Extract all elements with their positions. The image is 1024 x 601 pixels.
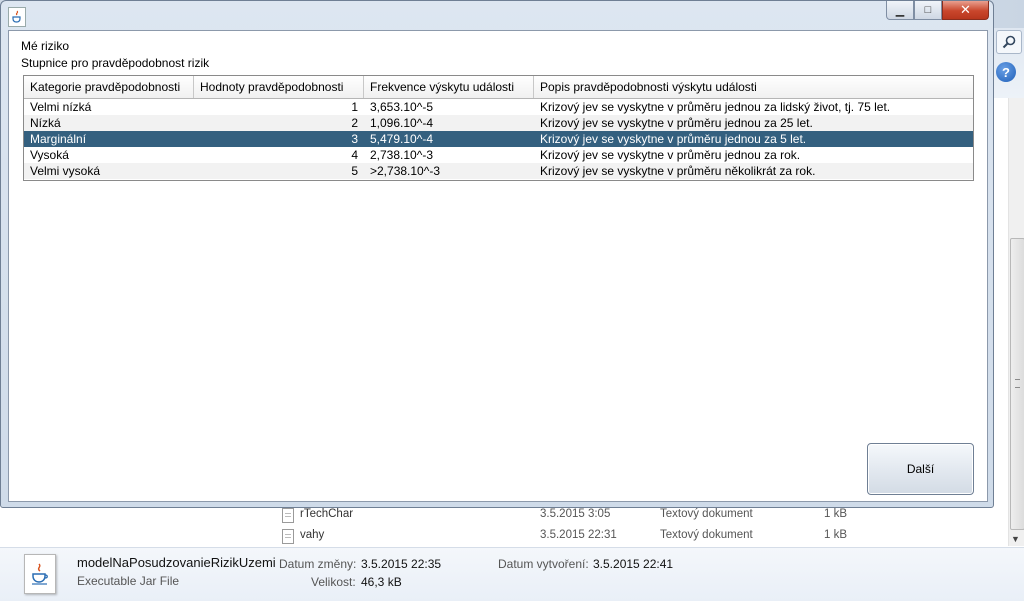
- size-label: Velikost:: [311, 575, 356, 589]
- text-file-icon: [282, 529, 294, 544]
- cell-category: Velmi vysoká: [30, 164, 101, 178]
- table-row[interactable]: Nízká 2 1,096.10^-4 Krizový jev se vysky…: [24, 115, 973, 131]
- table-row[interactable]: Velmi vysoká 5 >2,738.10^-3 Krizový jev …: [24, 163, 973, 179]
- file-date: 3.5.2015 22:31: [540, 529, 617, 541]
- cell-frequency: 3,653.10^-5: [370, 100, 434, 114]
- cell-category: Marginální: [30, 132, 87, 146]
- cell-category: Nízká: [30, 116, 61, 130]
- risk-dialog-window: ▁ □ ✕ Mé riziko Stupnice pro pravděpodob…: [0, 0, 994, 508]
- table-row[interactable]: Vysoká 4 2,738.10^-3 Krizový jev se vysk…: [24, 147, 973, 163]
- cell-value: 1: [351, 100, 358, 114]
- cell-frequency: >2,738.10^-3: [370, 164, 441, 178]
- details-file-type: Executable Jar File: [77, 574, 180, 588]
- cell-value: 4: [351, 148, 358, 162]
- search-button[interactable]: [996, 30, 1022, 54]
- dialog-content: Mé riziko Stupnice pro pravděpodobnost r…: [8, 30, 988, 502]
- file-name: rTechChar: [300, 508, 354, 520]
- probability-table[interactable]: Kategorie pravděpodobnosti Hodnoty pravd…: [23, 75, 974, 181]
- file-type: Textový dokument: [660, 529, 753, 541]
- text-file-icon: [282, 508, 294, 523]
- close-button[interactable]: ✕: [942, 1, 989, 20]
- maximize-button[interactable]: □: [914, 1, 942, 20]
- table-header: Kategorie pravděpodobnosti Hodnoty pravd…: [24, 76, 973, 99]
- file-size: 1 kB: [824, 508, 848, 520]
- file-row[interactable]: vahy 3.5.2015 22:31 Textový dokument 1 k…: [260, 526, 1008, 546]
- size-value: 46,3 kB: [361, 575, 402, 589]
- next-button[interactable]: Další: [867, 443, 974, 495]
- file-list: rTechChar 3.5.2015 3:05 Textový dokument…: [260, 505, 1008, 547]
- scroll-down-arrow-icon[interactable]: ▼: [1011, 534, 1020, 544]
- cell-description: Krizový jev se vyskytne v průměru jednou…: [540, 116, 813, 130]
- cell-frequency: 1,096.10^-4: [370, 116, 434, 130]
- cell-value: 2: [351, 116, 358, 130]
- cell-description: Krizový jev se vyskytne v průměru několi…: [540, 164, 816, 178]
- cell-frequency: 2,738.10^-3: [370, 148, 434, 162]
- file-type: Textový dokument: [660, 508, 753, 520]
- search-icon: [1002, 35, 1016, 49]
- column-header-description[interactable]: Popis pravděpodobnosti výskytu události: [534, 76, 973, 98]
- scrollbar-grip: [1015, 379, 1020, 388]
- jar-file-icon: [24, 554, 56, 594]
- created-value: 3.5.2015 22:41: [593, 557, 674, 571]
- explorer-scrollbar[interactable]: ▼: [1008, 98, 1024, 546]
- details-pane: modelNaPosudzovanieRizikUzemi Executable…: [0, 547, 1024, 601]
- cell-frequency: 5,479.10^-4: [370, 132, 434, 146]
- column-header-category[interactable]: Kategorie pravděpodobnosti: [24, 76, 194, 98]
- caption-buttons: ▁ □ ✕: [886, 1, 989, 21]
- column-header-frequency[interactable]: Frekvence výskytu události: [364, 76, 534, 98]
- file-size: 1 kB: [824, 529, 848, 541]
- cell-value: 3: [351, 132, 358, 146]
- cell-description: Krizový jev se vyskytne v průměru jednou…: [540, 100, 891, 114]
- file-name: vahy: [300, 529, 325, 541]
- java-app-icon[interactable]: [8, 7, 26, 27]
- created-label: Datum vytvoření:: [498, 557, 589, 571]
- scale-subtitle-label: Stupnice pro pravděpodobnost rizik: [21, 56, 210, 70]
- file-date: 3.5.2015 3:05: [540, 508, 611, 520]
- modified-label: Datum změny:: [279, 557, 357, 571]
- file-row[interactable]: rTechChar 3.5.2015 3:05 Textový dokument…: [260, 505, 1008, 525]
- cell-description: Krizový jev se vyskytne v průměru jednou…: [540, 132, 807, 146]
- cell-description: Krizový jev se vyskytne v průměru jednou…: [540, 148, 801, 162]
- table-row-selected[interactable]: Marginální 3 5,479.10^-4 Krizový jev se …: [24, 131, 973, 147]
- cell-category: Vysoká: [30, 148, 69, 162]
- cell-value: 5: [351, 164, 358, 178]
- modified-value: 3.5.2015 22:35: [361, 557, 442, 571]
- table-row[interactable]: Velmi nízká 1 3,653.10^-5 Krizový jev se…: [24, 99, 973, 115]
- scrollbar-thumb[interactable]: [1010, 238, 1024, 530]
- help-icon[interactable]: ?: [996, 62, 1016, 82]
- cell-category: Velmi nízká: [30, 100, 92, 114]
- details-file-name: modelNaPosudzovanieRizikUzemi: [77, 555, 276, 570]
- risk-title-label: Mé riziko: [21, 39, 70, 53]
- minimize-button[interactable]: ▁: [886, 1, 914, 20]
- column-header-values[interactable]: Hodnoty pravděpodobnosti: [194, 76, 364, 98]
